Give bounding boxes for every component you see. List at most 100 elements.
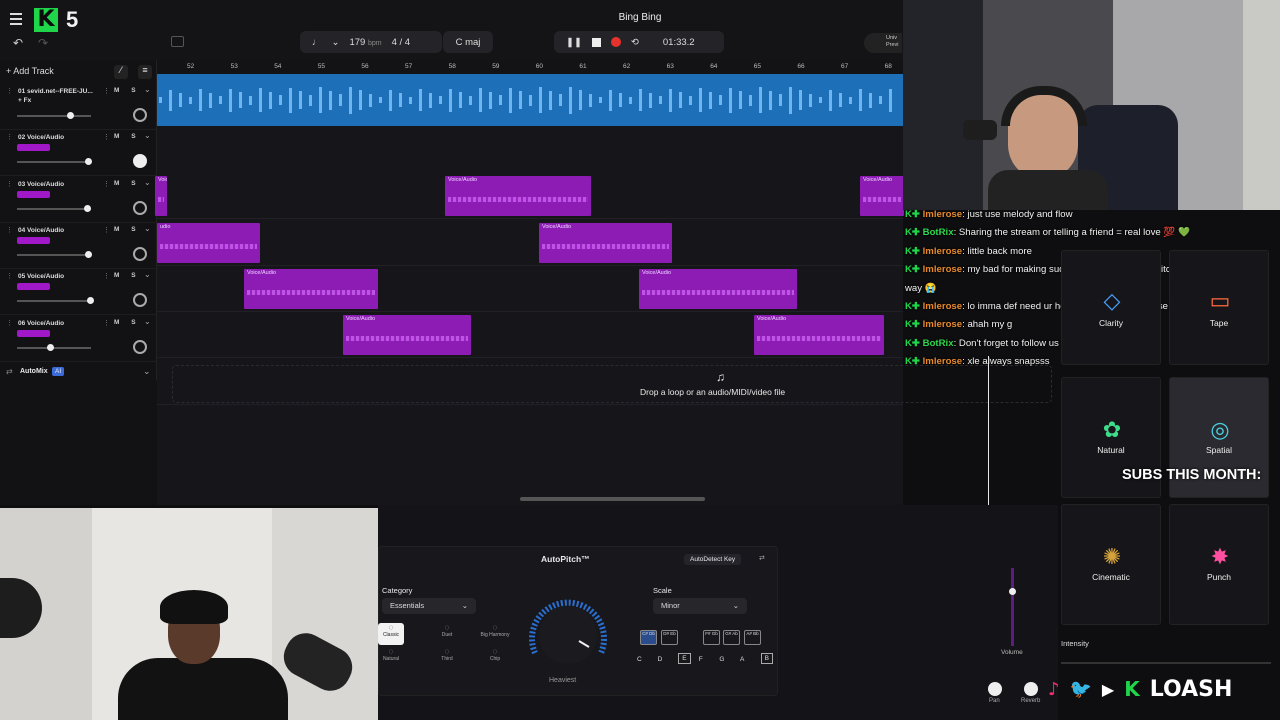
plugin-chip[interactable] xyxy=(17,236,50,244)
metronome-icon[interactable]: ♩ xyxy=(312,37,322,48)
sharp-key[interactable]: C# Db xyxy=(640,630,657,645)
mute-solo[interactable]: M S xyxy=(114,319,141,326)
mute-solo[interactable]: M S xyxy=(114,226,141,233)
style-button[interactable]: ◌ Natural xyxy=(378,647,404,669)
audio-clip-track1[interactable] xyxy=(157,74,903,126)
audio-clip[interactable]: Voice/Audio xyxy=(343,315,471,356)
undo-icon[interactable]: ↶ xyxy=(13,36,23,50)
audio-clip[interactable]: Voice/Audio xyxy=(244,268,378,309)
playhead[interactable] xyxy=(988,356,989,506)
track-header[interactable]: ⋮ 04 Voice/Audio ⋮ M S ⌄ xyxy=(0,223,157,269)
volume-thumb[interactable] xyxy=(85,158,93,166)
loop-icon[interactable]: ⟲ xyxy=(631,37,639,48)
collapse-icon[interactable]: ⋮ xyxy=(6,87,13,95)
chevron-down-icon[interactable]: ⌄ xyxy=(144,224,151,233)
pan-knob[interactable] xyxy=(133,339,147,354)
volume-thumb[interactable] xyxy=(85,250,93,258)
track-lane[interactable]: Voice/Audio Voice/Audio xyxy=(157,266,903,312)
volume-slider[interactable] xyxy=(17,161,91,164)
reverb-knob[interactable] xyxy=(1024,682,1038,696)
bpm-value[interactable]: 179 xyxy=(349,37,365,48)
grid-icon[interactable]: ≡ xyxy=(138,65,152,79)
volume-slider[interactable] xyxy=(17,115,91,117)
drop-zone[interactable]: ♫ Drop a loop or an audio/MIDI/video fil… xyxy=(172,365,1052,403)
plugin-chip[interactable] xyxy=(17,144,50,152)
more-icon[interactable]: ⋮ xyxy=(103,87,110,95)
note-key[interactable]: B xyxy=(760,653,773,664)
audio-clip[interactable]: Voice/Audio xyxy=(155,176,167,217)
audio-clip[interactable]: Voice/Audio xyxy=(639,268,797,309)
redo-icon[interactable]: ↷ xyxy=(38,36,48,50)
more-icon[interactable]: ⋮ xyxy=(103,180,110,188)
sharp-key[interactable]: F# Gb xyxy=(703,630,720,645)
track-header[interactable]: ⋮ 02 Voice/Audio ⋮ M S ⌄ xyxy=(0,130,157,177)
partner-badge[interactable]: Univ Previ xyxy=(864,33,902,53)
pan-knob[interactable] xyxy=(133,293,147,308)
horizontal-scrollbar[interactable] xyxy=(520,497,705,501)
track-lane[interactable]: Voice/Audio Voice/Audio xyxy=(157,312,903,359)
chevron-down-icon[interactable]: ⌄ xyxy=(144,178,151,187)
note-key[interactable]: F xyxy=(699,656,703,663)
pan-knob[interactable] xyxy=(133,246,147,261)
track-header[interactable]: ⋮ 01 sevid.net--FREE-JU... + Fx ⋮ M S ⌄ xyxy=(0,84,157,130)
time-signature[interactable]: 4 / 4 xyxy=(392,37,411,48)
swap-icon[interactable]: ⇄ xyxy=(759,554,765,562)
volume-slider[interactable] xyxy=(17,207,91,210)
audio-clip[interactable]: Voice/Audio xyxy=(539,222,672,263)
more-icon[interactable]: ⋮ xyxy=(103,226,110,234)
style-button[interactable]: ◌ Duet xyxy=(426,623,468,645)
arrangement-view[interactable]: 52 53 54 55 56 57 58 59 60 61 62 63 64 65 66 67 68 Voice… xyxy=(155,60,904,505)
chevron-down-icon[interactable]: ⌄ xyxy=(332,37,340,48)
add-track-button[interactable]: + Add Track xyxy=(6,66,54,76)
wand-icon[interactable]: ⁄ xyxy=(114,65,128,79)
tempo-group[interactable]: ♩ ⌄ 179 bpm 4 / 4 xyxy=(300,31,442,53)
volume-fader[interactable] xyxy=(1011,568,1014,646)
note-key[interactable]: C xyxy=(637,656,642,663)
pan-knob[interactable] xyxy=(988,682,1002,696)
autodetect-key-button[interactable]: AutoDetect Key xyxy=(684,554,742,565)
pause-button[interactable]: ❚❚ xyxy=(566,37,582,48)
chevron-down-icon[interactable]: ⌄ xyxy=(144,270,151,279)
volume-thumb[interactable] xyxy=(86,297,94,305)
volume-slider[interactable] xyxy=(17,300,91,303)
track-header[interactable]: ⋮ 06 Voice/Audio ⋮ M S ⌄ xyxy=(0,316,157,362)
key-selector[interactable]: C maj xyxy=(443,31,493,53)
plugin-chip[interactable] xyxy=(17,283,50,291)
timeline-ruler[interactable]: 52 53 54 55 56 57 58 59 60 61 62 63 64 65 66 67 68 xyxy=(157,60,903,74)
volume-thumb[interactable] xyxy=(1009,588,1016,595)
style-button[interactable]: ◌ Third xyxy=(426,647,468,669)
mute-solo[interactable]: M S xyxy=(114,87,141,94)
plugin-chip[interactable] xyxy=(17,329,50,337)
track-header[interactable]: ⋮ 03 Voice/Audio ⋮ M S ⌄ xyxy=(0,177,157,223)
track-lane[interactable]: udio Voice/Audio xyxy=(157,220,903,266)
menu-icon[interactable] xyxy=(10,13,22,28)
stop-button[interactable] xyxy=(591,37,601,47)
collapse-icon[interactable]: ⋮ xyxy=(6,226,13,234)
collapse-icon[interactable]: ⋮ xyxy=(6,272,13,280)
fx-preset-punch[interactable]: ✸ Punch xyxy=(1169,504,1269,625)
note-key[interactable]: G xyxy=(719,656,724,663)
pan-knob[interactable] xyxy=(133,200,147,215)
more-icon[interactable]: ⋮ xyxy=(103,272,110,280)
audio-clip[interactable]: Voice/Audio xyxy=(860,176,904,217)
note-key[interactable]: D xyxy=(658,656,663,663)
mute-solo[interactable]: M S xyxy=(114,133,141,140)
note-key[interactable]: E xyxy=(678,653,691,664)
mute-solo[interactable]: M S xyxy=(114,180,141,187)
chevron-down-icon[interactable]: ⌄ xyxy=(144,85,151,94)
automix-row[interactable]: ⇄ AutoMix AI ⌄ xyxy=(0,366,157,380)
scale-dropdown[interactable]: Minor ⌄ xyxy=(653,598,747,614)
track-lane[interactable]: Voice/Audio Voice/Audio Voice/Audio xyxy=(155,173,904,220)
audio-clip[interactable]: Voice/Audio xyxy=(445,176,591,217)
fx-preset-tape[interactable]: ▭ Tape xyxy=(1169,250,1269,365)
pan-knob[interactable] xyxy=(133,108,147,122)
collapse-icon[interactable]: ⋮ xyxy=(6,319,13,327)
sharp-key[interactable]: D# Eb xyxy=(661,630,678,645)
screen-icon[interactable] xyxy=(171,36,184,47)
sharp-key[interactable]: G# Ab xyxy=(723,630,740,645)
volume-slider[interactable] xyxy=(17,253,91,256)
style-button[interactable]: ◌ Big Harmony xyxy=(474,623,516,645)
chevron-down-icon[interactable]: ⌄ xyxy=(144,317,151,326)
note-key[interactable]: A xyxy=(740,656,744,663)
pan-knob[interactable] xyxy=(133,154,147,169)
